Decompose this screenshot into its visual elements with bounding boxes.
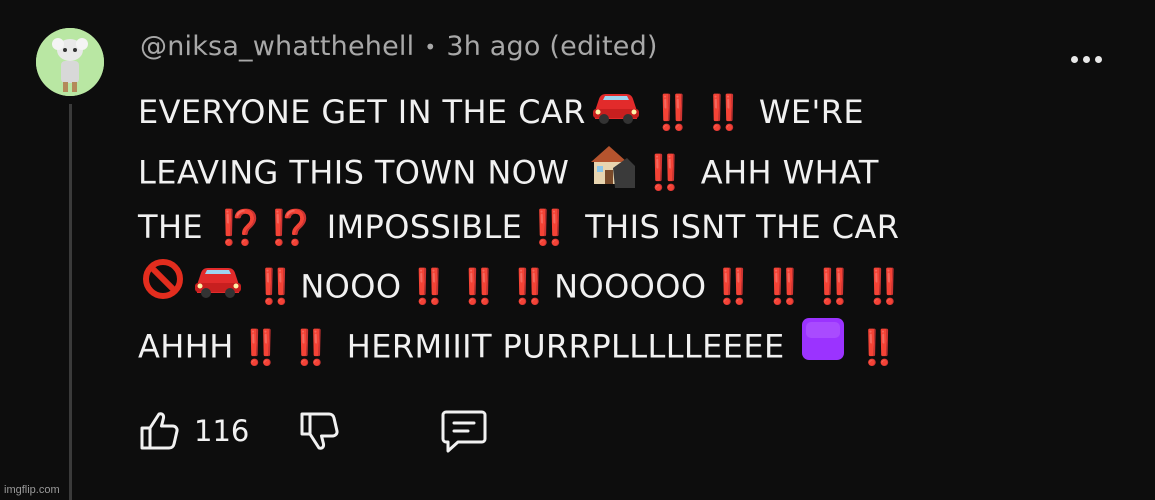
comment-meta: @niksa_whatthehell • 3h ago (edited) <box>140 30 658 70</box>
exclamation-emoji: ‼️ ‼️ <box>651 93 745 134</box>
comment-time: 3h ago <box>446 31 541 62</box>
comment-text: AHH WHAT <box>690 152 879 191</box>
comment-text: THE <box>138 208 214 246</box>
avatar[interactable] <box>36 28 104 96</box>
exclamation-emoji: ‼️ ‼️ ‼️ <box>407 267 550 307</box>
comment-body: EVERYONE GET IN THE CAR ‼️ ‼️ WE'RE LEAVIN… <box>138 84 1058 372</box>
edited-label: (edited) <box>549 31 658 62</box>
comment-line: LEAVING THIS TOWN NOW ‼️ AHH WHAT <box>138 142 1058 200</box>
dot-icon <box>1082 55 1090 63</box>
avatar-image <box>36 28 104 96</box>
exclamation-emoji: ‼️ <box>254 267 296 307</box>
author-handle[interactable]: @niksa_whatthehell <box>140 31 414 62</box>
comment-text: HERMIIIT PURRPLLLLLEEEE <box>336 327 796 366</box>
comment-text: THIS ISNT THE CAR <box>574 208 900 246</box>
exclamation-emoji: ‼️ <box>857 327 899 368</box>
dot-icon <box>1070 55 1078 63</box>
thumbs-down-icon <box>300 412 339 450</box>
house-icon <box>583 142 635 207</box>
more-options-button[interactable] <box>1063 44 1109 74</box>
comment-text: EVERYONE GET IN THE CAR <box>138 93 586 131</box>
like-count: 116 <box>194 414 250 448</box>
comment-line: THE ⁉️ ⁉️ IMPOSSIBLE ‼️ THIS ISNT THE CAR <box>138 199 1058 257</box>
exclamation-emoji: ‼️ ‼️ <box>239 327 333 368</box>
reply-button[interactable] <box>440 406 488 456</box>
thread-line <box>69 104 72 500</box>
comment-text: NOOO <box>300 266 402 305</box>
watermark: imgflip.com <box>4 484 60 496</box>
exclamation-emoji: ‼️ <box>528 208 570 249</box>
comment-text: LEAVING THIS TOWN NOW <box>138 152 580 191</box>
comment-text: AHHH <box>138 327 234 366</box>
purple-square-icon <box>798 314 848 383</box>
car-icon <box>191 259 245 318</box>
exclamation-emoji: ‼️ <box>643 153 686 193</box>
prohibited-icon <box>141 257 185 320</box>
reply-comment-icon <box>441 410 487 453</box>
comment-text: WE'RE <box>748 93 864 131</box>
comment-line: EVERYONE GET IN THE CAR ‼️ ‼️ WE'RE <box>138 84 1058 142</box>
thumbs-up-icon <box>140 412 179 450</box>
dislike-button[interactable] <box>298 406 342 456</box>
comment-text: IMPOSSIBLE <box>316 208 523 246</box>
comment-text: NOOOOO <box>554 266 707 305</box>
exclamation-emoji: ⁉️ ⁉️ <box>219 208 313 249</box>
comment-line: ‼️ NOOO ‼️ ‼️ ‼️ NOOOOO ‼️ ‼️ ‼️ ‼️ <box>138 257 1058 315</box>
like-button[interactable]: 116 <box>138 406 249 456</box>
meta-separator: • <box>424 34 437 59</box>
comment-line: AHHH ‼️ ‼️ HERMIIIT PURRPLLLLLEEEE ‼️ <box>138 314 1058 372</box>
car-icon <box>589 85 643 144</box>
exclamation-emoji: ‼️ ‼️ ‼️ ‼️ <box>712 267 905 307</box>
dot-icon <box>1094 55 1102 63</box>
